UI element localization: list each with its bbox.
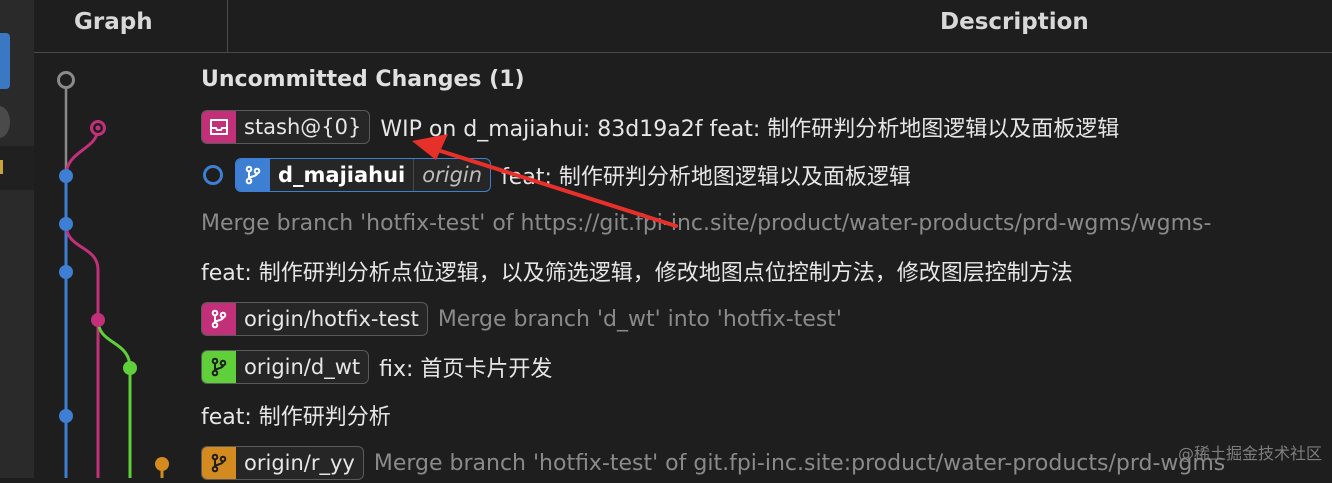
commit-graph (57, 71, 169, 478)
commit-node[interactable] (123, 361, 137, 375)
branch-tag-label: d_majiahui (278, 163, 406, 187)
column-divider[interactable] (227, 0, 228, 52)
commit-node[interactable] (59, 217, 73, 231)
commit-node[interactable] (59, 265, 73, 279)
stash-tag-label: stash@{0} (244, 115, 362, 139)
graph-edge (96, 319, 132, 478)
commit-row[interactable]: feat: 制作研判分析 (201, 395, 391, 435)
commit-message: feat: 制作研判分析地图逻辑以及面板逻辑 (501, 165, 911, 190)
commit-row-head[interactable]: d_majiahui origin feat: 制作研判分析地图逻辑以及面板逻辑 (201, 155, 911, 195)
column-header: Graph Description (34, 0, 1332, 53)
commit-message: WIP on d_majiahui: 83d19a2f feat: 制作研判分析… (380, 117, 1120, 142)
commit-node-stash-dot (95, 125, 101, 131)
remote-label: origin (413, 159, 490, 191)
branch-icon (202, 351, 236, 383)
commit-node[interactable] (59, 409, 73, 423)
stash-tag[interactable]: stash@{0} (201, 110, 371, 144)
branch-tag[interactable]: origin/hotfix-test (201, 302, 428, 336)
branch-tag-label: origin/r_yy (244, 451, 355, 475)
commit-node[interactable] (155, 457, 169, 471)
commit-message: Merge branch 'hotfix-test' of git.fpi-in… (373, 450, 1226, 476)
branch-tag-label: origin/hotfix-test (244, 307, 419, 331)
commit-message: fix: 首页卡片开发 (379, 357, 553, 382)
graph-edge (64, 223, 100, 478)
commit-message: Merge branch 'hotfix-test' of https://gi… (201, 210, 1212, 236)
branch-tag[interactable]: origin/r_yy (201, 446, 364, 480)
commit-message: Merge branch 'd_wt' into 'hotfix-test' (437, 306, 842, 332)
head-indicator-icon (203, 165, 223, 185)
commit-row[interactable]: Merge branch 'hotfix-test' of https://gi… (201, 203, 1211, 243)
stash-icon (202, 111, 236, 143)
branch-tag-current[interactable]: d_majiahui origin (235, 158, 492, 192)
branch-icon (202, 447, 236, 479)
graph-edge (64, 127, 100, 177)
commit-row[interactable]: origin/hotfix-test Merge branch 'd_wt' i… (201, 299, 842, 339)
branch-icon (202, 303, 236, 335)
commit-node-uncommitted[interactable] (57, 71, 75, 89)
commit-message: feat: 制作研判分析点位逻辑，以及筛选逻辑，修改地图点位控制方法，修改图层控… (201, 261, 1073, 286)
commit-row[interactable]: origin/d_wt fix: 首页卡片开发 (201, 347, 552, 387)
commit-row[interactable]: feat: 制作研判分析点位逻辑，以及筛选逻辑，修改地图点位控制方法，修改图层控… (201, 251, 1073, 291)
description-column-header[interactable]: Description (940, 9, 1089, 35)
branch-tag[interactable]: origin/d_wt (201, 350, 370, 384)
commit-row-uncommitted[interactable]: Uncommitted Changes (1) (201, 59, 525, 99)
uncommitted-label: Uncommitted Changes (1) (201, 66, 525, 92)
commit-message: feat: 制作研判分析 (201, 405, 391, 430)
watermark: @稀土掘金技术社区 (1177, 444, 1322, 463)
commit-node[interactable] (59, 169, 73, 183)
commit-row-stash[interactable]: stash@{0} WIP on d_majiahui: 83d19a2f fe… (201, 107, 1119, 147)
commit-node[interactable] (91, 313, 105, 327)
commit-row[interactable]: origin/r_yy Merge branch 'hotfix-test' o… (201, 443, 1225, 483)
branch-tag-label: origin/d_wt (244, 355, 361, 379)
branch-icon (236, 159, 270, 191)
